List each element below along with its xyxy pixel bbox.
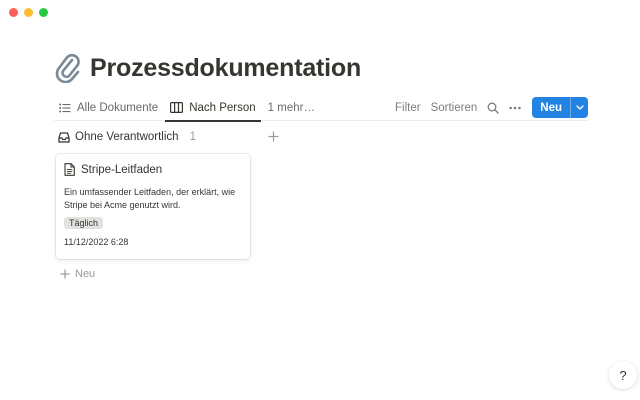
tab-alle-dokumente[interactable]: Alle Dokumente: [54, 95, 163, 121]
card-tag: Täglich: [64, 217, 104, 229]
card-title: Stripe-Leitfaden: [81, 163, 163, 176]
paperclip-icon[interactable]: [54, 52, 82, 84]
new-button[interactable]: Neu: [532, 97, 570, 118]
filter-button[interactable]: Filter: [390, 95, 426, 121]
help-button[interactable]: ?: [609, 361, 637, 389]
sort-button[interactable]: Sortieren: [426, 95, 483, 121]
plus-icon: [60, 269, 70, 279]
plus-icon: [268, 131, 279, 142]
view-toolbar: Alle Dokumente Nach Person 1 mehr… Filte…: [54, 95, 588, 122]
search-icon: [487, 102, 499, 114]
tab-label: Alle Dokumente: [77, 101, 159, 114]
group-count: 1: [189, 131, 196, 143]
document-icon: [64, 163, 75, 176]
inbox-icon: [58, 131, 70, 143]
tab-more-views[interactable]: 1 mehr…: [263, 95, 320, 121]
board-icon: [170, 102, 184, 113]
minimize-window-button[interactable]: [24, 8, 33, 17]
tab-label: Nach Person: [189, 101, 256, 114]
tab-label: 1 mehr…: [267, 101, 315, 114]
window-controls: [9, 8, 48, 17]
add-group-button[interactable]: [268, 130, 279, 146]
chevron-down-icon: [575, 105, 584, 110]
card-description: Ein umfassender Leitfaden, der erklärt, …: [64, 187, 236, 210]
page-title: Prozessdokumentation: [90, 53, 362, 82]
new-dropdown-button[interactable]: [570, 97, 588, 118]
add-card-button[interactable]: Neu: [60, 268, 95, 280]
board-group-header[interactable]: Ohne Verantwortlich 1: [58, 131, 196, 143]
card-date: 11/12/2022 6:28: [64, 237, 129, 247]
search-button[interactable]: [482, 95, 504, 121]
page-header: Prozessdokumentation: [54, 52, 361, 84]
new-button-group: Neu: [532, 97, 588, 118]
tab-nach-person[interactable]: Nach Person: [165, 95, 262, 122]
list-icon: [59, 103, 71, 112]
group-name: Ohne Verantwortlich: [75, 131, 179, 143]
more-icon: [509, 106, 521, 109]
maximize-window-button[interactable]: [39, 8, 48, 17]
more-button[interactable]: [504, 95, 526, 121]
board-card[interactable]: Stripe-Leitfaden Ein umfassender Leitfad…: [56, 154, 250, 259]
add-card-label: Neu: [75, 268, 96, 280]
close-window-button[interactable]: [9, 8, 18, 17]
card-header: Stripe-Leitfaden: [64, 163, 242, 176]
